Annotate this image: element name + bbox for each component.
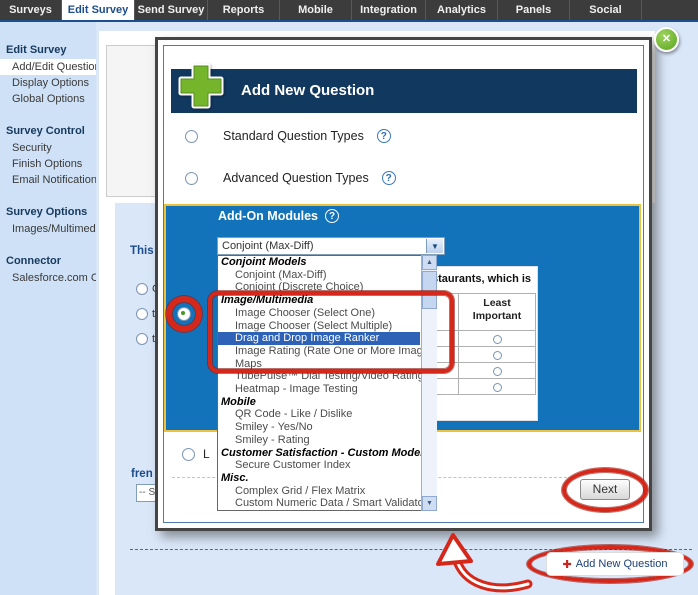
sidebar-spacer <box>0 107 96 123</box>
sidebar: Edit Survey Add/Edit QuestionsDisplay Op… <box>0 22 96 595</box>
nav-tab[interactable]: Send Survey <box>135 0 208 20</box>
nav-tab[interactable]: Social <box>570 0 642 20</box>
preview-column-header: Least Important <box>459 294 535 330</box>
sidebar-item[interactable]: Salesforce.com CRM <box>0 270 96 286</box>
scroll-down-icon[interactable]: ▼ <box>422 496 437 511</box>
dropdown-option[interactable]: Customer Satisfaction - Custom Models <box>218 447 420 460</box>
preview-radio-cell <box>459 379 535 394</box>
modal-header: Add New Question <box>171 69 637 113</box>
add-new-question-label: Add New Question <box>576 558 668 570</box>
sidebar-item[interactable]: Email Notification <box>0 172 96 188</box>
close-icon[interactable]: ✕ <box>654 27 679 52</box>
dropdown-option[interactable]: Image/Multimedia <box>218 294 420 307</box>
answer-radio[interactable] <box>136 333 148 345</box>
add-new-question-button[interactable]: ✚ Add New Question <box>546 552 684 576</box>
next-button[interactable]: Next <box>580 479 630 500</box>
hidden-option-label: L <box>203 447 210 461</box>
preview-table-row <box>421 346 535 362</box>
preview-table-row <box>421 330 535 346</box>
dropdown-option[interactable]: TubePulse™ Dial Testing/Video Rating <box>218 370 420 383</box>
dropdown-option[interactable]: Complex Grid / Flex Matrix <box>218 485 420 498</box>
plus-icon <box>175 60 227 112</box>
addon-modules-title: Add-On Modules ? <box>218 209 339 223</box>
answer-radio[interactable] <box>136 308 148 320</box>
preview-radio-cell <box>459 331 535 346</box>
dropdown-option[interactable]: Image Chooser (Select Multiple) <box>218 320 420 333</box>
scroll-up-icon[interactable]: ▲ <box>422 255 437 270</box>
dropdown-option[interactable]: Image Chooser (Select One) <box>218 307 420 320</box>
dropdown-option[interactable]: Secure Customer Index <box>218 459 420 472</box>
question-type-options: Standard Question Types ? Advanced Quest… <box>185 126 605 210</box>
sidebar-spacer <box>0 237 96 253</box>
preview-table-row <box>421 378 535 394</box>
nav-tab[interactable]: Mobile <box>280 0 352 20</box>
preview-radio[interactable] <box>493 367 502 376</box>
answer-radio[interactable] <box>136 283 148 295</box>
background-field-label: fren <box>131 468 153 480</box>
dropdown-option[interactable]: Maps <box>218 358 420 371</box>
plus-icon: ✚ <box>563 558 572 571</box>
dropdown-option[interactable]: Misc. <box>218 472 420 485</box>
dropdown-option[interactable]: Conjoint Models <box>218 256 420 269</box>
bottom-dashed-separator <box>130 549 692 550</box>
preview-radio-cell <box>459 363 535 378</box>
preview-table-header: Least Important <box>421 294 535 330</box>
modal-title: Add New Question <box>241 69 374 113</box>
dropdown-option[interactable]: Custom Numeric Data / Smart Validator <box>218 497 420 510</box>
sidebar-section-title: Connector <box>0 253 96 270</box>
sidebar-section-title: Edit Survey <box>0 42 96 59</box>
nav-tab[interactable]: Integration <box>352 0 426 20</box>
help-icon[interactable]: ? <box>377 129 391 143</box>
dropdown-option[interactable]: Heatmap - Image Testing <box>218 383 420 396</box>
question-type-label: Advanced Question Types <box>211 171 369 185</box>
chevron-down-icon[interactable]: ▼ <box>426 239 443 253</box>
nav-tab[interactable]: Analytics <box>426 0 498 20</box>
sidebar-spacer <box>0 188 96 204</box>
sidebar-item[interactable]: Images/Multimedia <box>0 221 96 237</box>
dropdown-option[interactable]: Smiley - Rating <box>218 434 420 447</box>
dropdown-option[interactable]: Conjoint (Max-Diff) <box>218 269 420 282</box>
sidebar-item[interactable]: Global Options <box>0 91 96 107</box>
dropdown-option[interactable]: Drag and Drop Image Ranker <box>218 332 420 345</box>
question-type-row: Advanced Question Types ? <box>185 168 605 188</box>
question-type-row: Standard Question Types ? <box>185 126 605 146</box>
scrollbar-thumb[interactable] <box>422 271 437 309</box>
help-icon[interactable]: ? <box>325 209 339 223</box>
hidden-option-radio[interactable] <box>182 448 195 461</box>
sidebar-item[interactable]: Display Options <box>0 75 96 91</box>
dropdown-option[interactable]: Mobile <box>218 396 420 409</box>
addon-dropdown-list: Conjoint ModelsConjoint (Max-Diff)Conjoi… <box>217 255 437 511</box>
sidebar-item[interactable]: Add/Edit Questions <box>0 59 96 75</box>
dropdown-scrollbar[interactable]: ▲ ▼ <box>421 255 437 511</box>
sidebar-item[interactable]: Finish Options <box>0 156 96 172</box>
preview-radio[interactable] <box>493 335 502 344</box>
background-question-text: This <box>130 245 154 257</box>
sidebar-section-title: Survey Control <box>0 123 96 140</box>
preview-radio[interactable] <box>493 383 502 392</box>
sidebar-section-title: Survey Options <box>0 204 96 221</box>
dropdown-option[interactable]: Smiley - Yes/No <box>218 421 420 434</box>
nav-tab[interactable]: Reports <box>208 0 280 20</box>
dropdown-option[interactable]: Conjoint (Discrete Choice) <box>218 281 420 294</box>
preview-table: Least Important <box>420 293 536 395</box>
add-question-modal: Add New Question Standard Question Types… <box>155 37 652 531</box>
question-type-label: Standard Question Types <box>211 129 364 143</box>
top-navbar: SurveysEdit SurveySend SurveyReportsMobi… <box>0 0 698 22</box>
question-type-radio[interactable] <box>185 172 198 185</box>
sidebar-item[interactable]: Security <box>0 140 96 156</box>
addon-modules-label: Add-On Modules <box>218 209 318 223</box>
question-type-radio[interactable] <box>185 130 198 143</box>
hidden-question-option: L <box>182 447 210 461</box>
dropdown-option[interactable]: Image Rating (Rate One or More Images) <box>218 345 420 358</box>
dropdown-option[interactable]: QR Code - Like / Dislike <box>218 408 420 421</box>
preview-radio[interactable] <box>493 351 502 360</box>
addon-select-value: Conjoint (Max-Diff) <box>222 238 314 254</box>
addon-select[interactable]: Conjoint (Max-Diff) ▼ <box>217 237 445 255</box>
nav-tab[interactable]: Surveys <box>0 0 62 20</box>
nav-tab[interactable]: Edit Survey <box>62 0 135 20</box>
preview-radio-cell <box>459 347 535 362</box>
preview-table-row <box>421 362 535 378</box>
nav-tab[interactable]: Panels <box>498 0 570 20</box>
help-icon[interactable]: ? <box>382 171 396 185</box>
